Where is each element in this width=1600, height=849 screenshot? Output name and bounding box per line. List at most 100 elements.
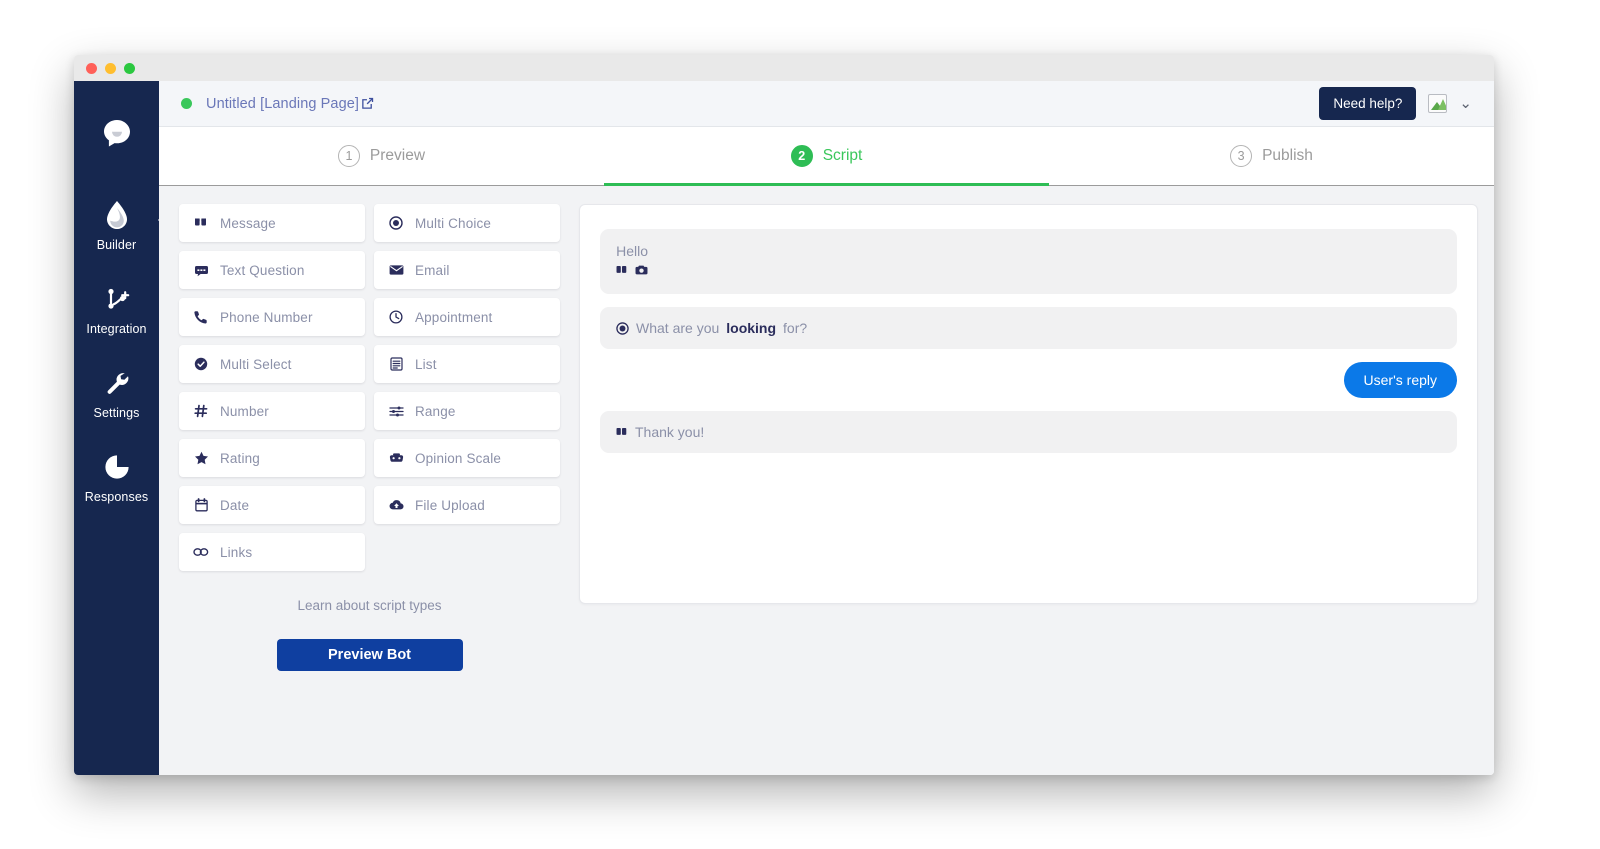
script-message-line: Thank you! — [616, 424, 1441, 440]
script-type-opinion-scale[interactable]: Opinion Scale — [374, 439, 560, 477]
wrench-icon — [102, 368, 132, 398]
script-message-text-after: for? — [783, 320, 808, 337]
water-drop-icon — [102, 200, 132, 230]
list-document-icon — [388, 356, 404, 372]
script-type-number[interactable]: Number — [179, 392, 365, 430]
browser-window: Builder Integration Settings Responses U… — [74, 55, 1494, 775]
page-title-text: Untitled [Landing Page] — [206, 95, 360, 112]
tab-preview[interactable]: 1 Preview — [159, 127, 604, 185]
user-reply-bubble[interactable]: User's reply — [1343, 362, 1457, 399]
quote-icon — [193, 215, 209, 231]
sidebar: Builder Integration Settings Responses — [74, 81, 168, 775]
script-type-label: List — [415, 356, 437, 372]
script-type-links[interactable]: Links — [179, 533, 365, 571]
tab-step-number: 1 — [337, 145, 360, 167]
phone-icon — [193, 309, 209, 325]
script-type-label: Message — [220, 215, 276, 231]
quote-icon[interactable] — [616, 263, 628, 281]
link-chain-icon — [193, 544, 209, 560]
script-type-file-upload[interactable]: File Upload — [374, 486, 560, 524]
script-type-label: Multi Choice — [415, 215, 492, 231]
cloud-upload-icon — [388, 497, 404, 513]
tab-label: Publish — [1262, 147, 1313, 164]
document-title-group[interactable]: Untitled [Landing Page] — [181, 96, 374, 112]
step-tabs: 1 Preview 2 Script 3 Publish — [159, 127, 1494, 186]
script-canvas: Hello What are you looking for? User's r… — [579, 204, 1478, 604]
comment-icon — [193, 262, 209, 278]
sidebar-item-builder[interactable]: Builder — [74, 194, 168, 256]
tab-script[interactable]: 2 Script — [604, 127, 1049, 186]
preview-bot-button[interactable]: Preview Bot — [276, 639, 463, 671]
sidebar-item-label: Settings — [93, 406, 140, 420]
script-type-label: Links — [220, 544, 253, 560]
script-types-grid: Message Multi Choice Text Question Email… — [179, 204, 569, 571]
top-bar: Untitled [Landing Page] Need help? ⌄ — [159, 81, 1494, 127]
script-type-range[interactable]: Range — [374, 392, 560, 430]
star-icon — [193, 450, 209, 466]
broken-image-icon[interactable] — [1428, 94, 1448, 113]
integration-branch-icon — [102, 284, 132, 314]
page-title: Untitled [Landing Page] — [206, 96, 374, 112]
envelope-icon — [388, 262, 404, 278]
quote-icon — [616, 426, 628, 438]
script-type-rating[interactable]: Rating — [179, 439, 365, 477]
tab-publish[interactable]: 3 Publish — [1049, 127, 1494, 185]
script-type-label: Appointment — [415, 309, 493, 325]
external-link-icon[interactable] — [361, 97, 374, 110]
script-type-label: Rating — [220, 450, 260, 466]
tab-step-number: 3 — [1230, 145, 1253, 167]
preview-bot-button-wrap: Preview Bot — [179, 639, 560, 671]
script-type-text-question[interactable]: Text Question — [179, 251, 365, 289]
clock-icon — [388, 309, 404, 325]
window-close-button[interactable] — [86, 62, 97, 74]
tab-step-number: 2 — [790, 145, 813, 167]
script-type-email[interactable]: Email — [374, 251, 560, 289]
pie-chart-icon — [102, 452, 132, 482]
script-message-multi-choice[interactable]: What are you looking for? — [600, 307, 1457, 350]
script-type-appointment[interactable]: Appointment — [374, 298, 560, 336]
sidebar-item-settings[interactable]: Settings — [74, 362, 159, 424]
top-bar-right: Need help? ⌄ — [1319, 87, 1472, 120]
hello-stack: Hello — [616, 242, 648, 281]
sidebar-item-label: Responses — [84, 490, 149, 504]
radio-filled-icon — [388, 215, 404, 231]
script-message-row-user: User's reply — [600, 362, 1457, 399]
script-type-multi-select[interactable]: Multi Select — [179, 345, 365, 383]
script-type-label: Opinion Scale — [415, 450, 502, 466]
window-titlebar — [74, 55, 1494, 81]
radio-filled-icon — [616, 321, 629, 335]
window-maximize-button[interactable] — [124, 62, 135, 74]
content-area: Message Multi Choice Text Question Email… — [159, 186, 1494, 775]
script-message-text-bold: looking — [726, 320, 777, 337]
script-types-panel: Message Multi Choice Text Question Email… — [169, 204, 569, 775]
script-type-date[interactable]: Date — [179, 486, 365, 524]
chevron-down-icon[interactable]: ⌄ — [1459, 96, 1472, 111]
script-message-hello[interactable]: Hello — [600, 229, 1457, 295]
need-help-button[interactable]: Need help? — [1319, 87, 1417, 120]
check-circle-icon — [193, 356, 209, 372]
script-message-thank-you[interactable]: Thank you! — [600, 411, 1457, 454]
camera-icon[interactable] — [635, 263, 648, 281]
chat-bubble-logo-icon — [98, 115, 136, 158]
sidebar-item-integration[interactable]: Integration — [74, 278, 159, 340]
script-type-label: Number — [220, 403, 269, 419]
screenshot-root: Builder Integration Settings Responses U… — [0, 0, 1600, 849]
sidebar-item-responses[interactable]: Responses — [74, 446, 159, 508]
script-type-message[interactable]: Message — [179, 204, 365, 242]
script-type-multi-choice[interactable]: Multi Choice — [374, 204, 560, 242]
script-type-label: File Upload — [415, 497, 485, 513]
window-minimize-button[interactable] — [105, 62, 116, 74]
tab-label: Script — [822, 147, 863, 164]
script-type-label: Range — [415, 403, 456, 419]
app-body: Builder Integration Settings Responses U… — [74, 81, 1494, 775]
sidebar-item-label: Integration — [86, 322, 147, 336]
hello-icon-row — [616, 263, 648, 281]
smiley-mask-icon — [388, 450, 404, 466]
script-type-phone-number[interactable]: Phone Number — [179, 298, 365, 336]
script-type-label: Multi Select — [220, 356, 292, 372]
script-message-row: What are you looking for? — [600, 307, 1457, 350]
learn-about-script-types-link[interactable]: Learn about script types — [179, 598, 560, 613]
sidebar-logo[interactable] — [74, 115, 159, 158]
status-indicator-dot — [181, 98, 192, 109]
script-type-list[interactable]: List — [374, 345, 560, 383]
